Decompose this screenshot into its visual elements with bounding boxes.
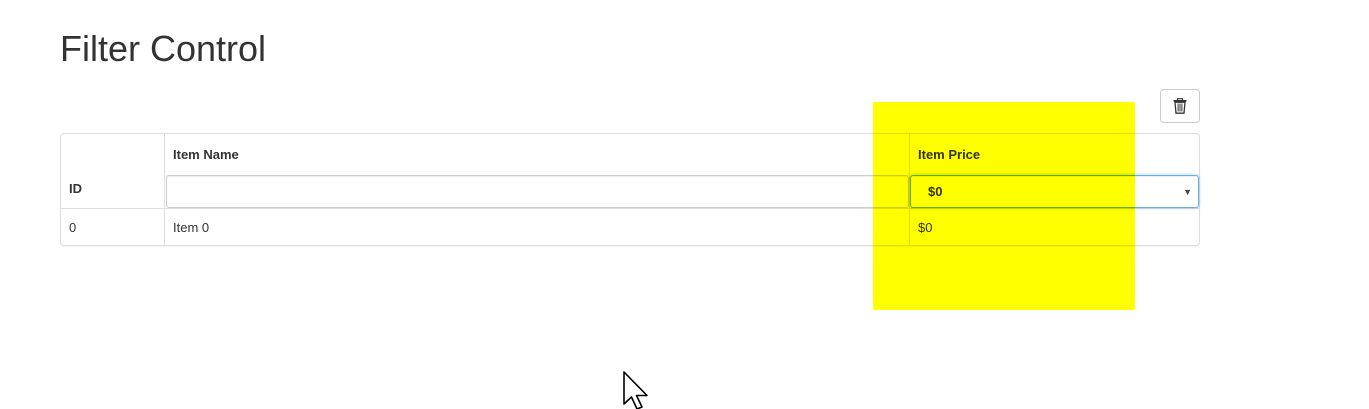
column-header-item-name[interactable]: Item Name bbox=[173, 147, 239, 163]
item-price-filter-value: $0 bbox=[928, 184, 943, 199]
chevron-down-icon: ▼ bbox=[1183, 187, 1192, 197]
column-header-id[interactable]: ID bbox=[69, 181, 82, 197]
cell-item-name: Item 0 bbox=[173, 220, 210, 235]
header-divider bbox=[61, 208, 1199, 209]
cell-item-price: $0 bbox=[918, 220, 933, 235]
column-header-item-price[interactable]: Item Price bbox=[918, 147, 980, 163]
page-title: Filter Control bbox=[60, 28, 267, 69]
clear-filters-button[interactable] bbox=[1160, 89, 1200, 123]
item-price-filter-select[interactable]: $0 ▼ bbox=[910, 175, 1199, 208]
cell-id: 0 bbox=[69, 220, 77, 235]
column-divider bbox=[164, 134, 165, 245]
trash-icon bbox=[1173, 98, 1187, 114]
item-name-filter-input[interactable] bbox=[166, 175, 909, 208]
mouse-pointer-icon bbox=[623, 371, 648, 409]
data-table: ID Item Name Item Price $0 ▼ 0 Item 0 $0 bbox=[60, 133, 1200, 246]
